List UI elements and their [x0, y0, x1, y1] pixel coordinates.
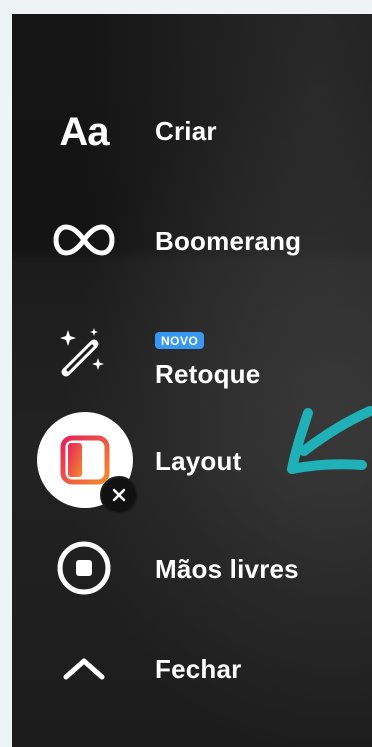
menu-item-maos-livres[interactable]: Mãos livres [12, 522, 372, 612]
screenshot-frame: Aa Criar Boomerang NOVO Retoque Layout M… [0, 0, 372, 747]
aa-text-icon: Aa [59, 109, 109, 154]
arrow-annotation-icon [287, 406, 372, 474]
infinity-icon [42, 198, 126, 282]
menu-item-fechar[interactable]: Fechar [12, 624, 372, 714]
close-icon [112, 488, 126, 502]
menu-item-label: Boomerang [155, 226, 302, 256]
layout-grid-icon [60, 435, 110, 485]
menu-item-label: Criar [155, 116, 217, 146]
magic-wand-icon [42, 312, 126, 396]
camera-mode-menu: Aa Criar Boomerang NOVO Retoque Layout M… [12, 14, 372, 747]
menu-item-label: Layout [155, 446, 242, 476]
close-layout-button[interactable] [100, 476, 138, 514]
chevron-up-icon [42, 626, 126, 710]
new-badge: NOVO [155, 332, 205, 349]
menu-item-criar[interactable]: Aa Criar [12, 86, 372, 176]
menu-item-label: Fechar [155, 654, 242, 684]
menu-item-label-retoque: Retoque [155, 359, 261, 389]
hands-free-record-icon [42, 526, 126, 610]
menu-item-boomerang[interactable]: Boomerang [12, 196, 372, 286]
menu-item-label: Mãos livres [155, 554, 299, 584]
